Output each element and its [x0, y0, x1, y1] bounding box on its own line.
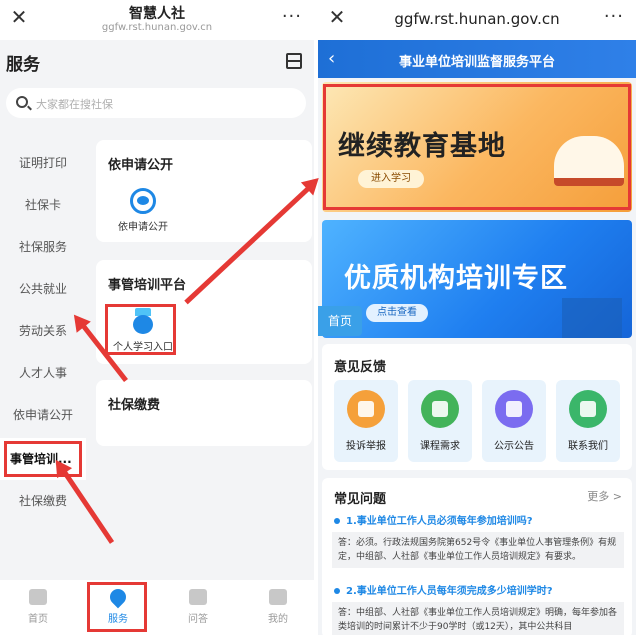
right-panel: ✕ ggfw.rst.hunan.gov.cn ··· ‹ 事业单位培训监督服务… [318, 0, 636, 635]
search-icon [16, 96, 28, 108]
faq-answer: 答：必须。行政法规国务院第652号令《事业单位人事管理条例》有规定，中组部、人社… [332, 532, 624, 568]
page-title: 服务 [6, 55, 40, 75]
item-label: 依申请公开 [118, 222, 168, 233]
sidebar-item-certificate-print[interactable]: 证明打印 [0, 142, 86, 184]
search-input[interactable]: 大家都在搜社保 [6, 88, 306, 118]
nav-home[interactable]: 首页 [8, 580, 68, 635]
question-text: 2.事业单位工作人员每年须完成多少培训学时? [346, 586, 553, 597]
card-title: 依申请公开 [108, 158, 174, 173]
faq-section: 常见问题 更多 > 1.事业单位工作人员必须每年参加培训吗? 答：必须。行政法规… [322, 478, 632, 635]
nav-label: 首页 [28, 614, 48, 625]
card-title: 社保缴费 [108, 398, 161, 413]
home-icon [29, 589, 47, 605]
highlight-box-nav [87, 582, 147, 632]
browser-header: ✕ 智慧人社 ggfw.rst.hunan.gov.cn ··· [0, 0, 314, 40]
sidebar-item-public-disclosure[interactable]: 依申请公开 [0, 394, 86, 436]
sidebar-item-talent[interactable]: 人才人事 [0, 352, 86, 394]
faq-answer: 答：中组部、人社部《事业单位工作人员培训规定》明确，每年参加各类培训的时间累计不… [332, 602, 624, 635]
left-panel: ✕ 智慧人社 ggfw.rst.hunan.gov.cn ··· 服务 大家都在… [0, 0, 314, 635]
public-disclosure-button[interactable]: 依申请公开 [108, 188, 178, 233]
card-social-payment: 社保缴费 [96, 380, 312, 446]
nav-label: 我的 [268, 614, 288, 625]
bullet-icon [334, 588, 340, 594]
section-title: 意见反馈 [334, 360, 387, 375]
scan-icon[interactable] [286, 53, 302, 69]
chat-icon [189, 589, 207, 605]
city-illustration [562, 298, 622, 338]
item-label: 联系我们 [568, 441, 608, 452]
view-button[interactable]: 点击查看 [366, 304, 428, 322]
faq-question[interactable]: 1.事业单位工作人员必须每年参加培训吗? [334, 512, 533, 527]
card-public-disclosure: 依申请公开 依申请公开 [96, 140, 312, 242]
browser-url: ggfw.rst.hunan.gov.cn [101, 22, 213, 33]
feedback-section: 意见反馈 投诉举报 课程需求 公示公告 联系我们 [322, 344, 632, 470]
eye-icon [130, 188, 156, 214]
section-title: 常见问题 [334, 492, 387, 507]
browser-title: 智慧人社 [129, 6, 185, 22]
item-label: 投诉举报 [346, 441, 386, 452]
more-menu-icon[interactable]: ··· [604, 6, 624, 27]
more-link[interactable]: 更多 > [587, 488, 622, 504]
highlight-box-study-entry [105, 304, 176, 355]
faq-question[interactable]: 2.事业单位工作人员每年须完成多少培训学时? [334, 582, 553, 597]
notice-button[interactable]: 公示公告 [482, 380, 546, 462]
headset-icon [569, 390, 607, 428]
search-placeholder: 大家都在搜社保 [36, 98, 113, 111]
service-sidebar: 证明打印 社保卡 社保服务 公共就业 劳动关系 人才人事 依申请公开 事管培训.… [0, 140, 86, 580]
book-icon [421, 390, 459, 428]
complaint-icon [347, 390, 385, 428]
card-title: 事管培训平台 [108, 278, 187, 293]
banner-title: 优质机构培训专区 [344, 263, 568, 294]
platform-title: 事业单位培训监督服务平台 [398, 55, 555, 70]
bottom-nav: 首页 服务 问答 我的 [0, 580, 314, 635]
item-label: 课程需求 [420, 441, 460, 452]
item-label: 公示公告 [494, 441, 534, 452]
contact-us-button[interactable]: 联系我们 [556, 380, 620, 462]
platform-header: ‹ 事业单位培训监督服务平台 [318, 40, 636, 78]
notice-icon [495, 390, 533, 428]
nav-qa[interactable]: 问答 [168, 580, 228, 635]
home-float-button[interactable]: 首页 [318, 306, 362, 336]
complaint-button[interactable]: 投诉举报 [334, 380, 398, 462]
browser-header: ✕ ggfw.rst.hunan.gov.cn ··· [318, 0, 636, 40]
highlight-box-sidebar [4, 441, 82, 477]
more-menu-icon[interactable]: ··· [282, 6, 302, 27]
course-demand-button[interactable]: 课程需求 [408, 380, 472, 462]
sidebar-item-social-service[interactable]: 社保服务 [0, 226, 86, 268]
highlight-box-banner [323, 84, 631, 210]
browser-url: ggfw.rst.hunan.gov.cn [394, 10, 560, 28]
question-text: 1.事业单位工作人员必须每年参加培训吗? [346, 516, 533, 527]
sidebar-item-social-card[interactable]: 社保卡 [0, 184, 86, 226]
user-icon [269, 589, 287, 605]
nav-label: 问答 [188, 614, 208, 625]
quality-institution-banner[interactable]: 优质机构培训专区 点击查看 [322, 220, 632, 338]
screenshot-root: ✕ 智慧人社 ggfw.rst.hunan.gov.cn ··· 服务 大家都在… [0, 0, 636, 635]
bullet-icon [334, 518, 340, 524]
sidebar-item-employment[interactable]: 公共就业 [0, 268, 86, 310]
nav-mine[interactable]: 我的 [248, 580, 308, 635]
